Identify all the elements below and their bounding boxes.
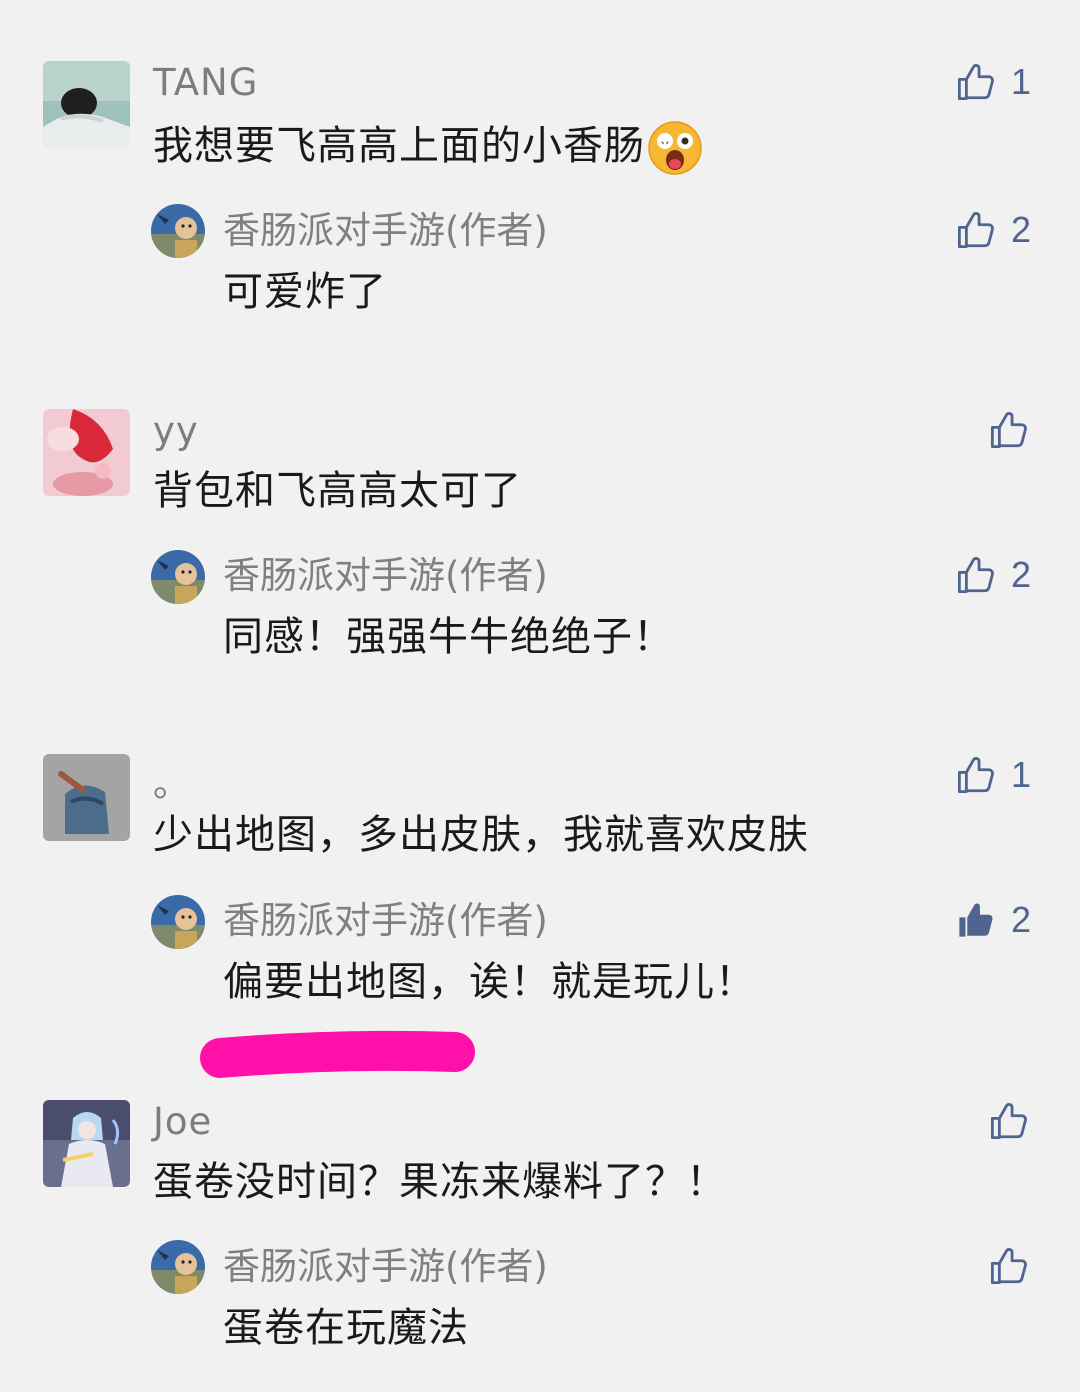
comment-text: 少出地图，多出皮肤，我就喜欢皮肤	[153, 812, 809, 858]
reply-like-button[interactable]: 2	[955, 554, 1031, 596]
reply-text: 同感！强强牛牛绝绝子！	[223, 614, 674, 660]
thumb-up-icon	[955, 61, 997, 103]
like-count: 2	[1011, 554, 1032, 595]
thumb-up-icon	[955, 209, 997, 251]
thumb-up-icon	[955, 754, 997, 796]
user-avatar-joe[interactable]	[43, 1100, 130, 1187]
author-avatar[interactable]	[151, 1240, 205, 1294]
like-count: 1	[1011, 754, 1032, 795]
comment-username[interactable]: 。	[153, 762, 191, 806]
reply-like-button[interactable]	[988, 1245, 1044, 1287]
like-button[interactable]: 1	[955, 754, 1031, 796]
reply-text: 偏要出地图，诶！就是玩儿！	[223, 959, 756, 1005]
reply-text: 蛋卷在玩魔法	[223, 1305, 469, 1351]
reply-like-button[interactable]: 2	[955, 209, 1031, 251]
user-avatar-yy[interactable]	[43, 409, 130, 496]
thumb-up-filled-icon	[955, 899, 997, 941]
user-avatar-tang[interactable]	[43, 61, 130, 148]
like-button[interactable]	[988, 409, 1044, 451]
author-avatar[interactable]	[151, 204, 205, 258]
comment-text: 我想要飞高高上面的小香肠	[153, 120, 703, 176]
like-count: 2	[1011, 899, 1032, 940]
comment-username[interactable]: yy	[153, 409, 199, 453]
reply-author-name[interactable]: 香肠派对手游(作者)	[223, 1245, 548, 1289]
comment-username[interactable]: Joe	[153, 1100, 212, 1144]
user-avatar-circle[interactable]	[43, 754, 130, 841]
thumb-up-icon	[988, 1100, 1030, 1142]
thumb-up-icon	[955, 554, 997, 596]
reply-author-name[interactable]: 香肠派对手游(作者)	[223, 209, 548, 253]
thumb-up-icon	[988, 1245, 1030, 1287]
reply-like-button[interactable]: 2	[955, 899, 1031, 941]
reply-author-name[interactable]: 香肠派对手游(作者)	[223, 554, 548, 598]
like-count: 2	[1011, 209, 1032, 250]
comment-text: 背包和飞高高太可了	[153, 468, 522, 514]
comment-username[interactable]: TANG	[153, 61, 258, 105]
like-count: 1	[1011, 61, 1032, 102]
like-button[interactable]: 1	[955, 61, 1031, 103]
reply-text: 可爱炸了	[223, 269, 387, 315]
like-button[interactable]	[988, 1100, 1044, 1142]
author-avatar[interactable]	[151, 550, 205, 604]
author-avatar[interactable]	[151, 895, 205, 949]
astonished-face-icon	[648, 121, 702, 175]
thumb-up-icon	[988, 409, 1030, 451]
highlighter-mark	[200, 1030, 475, 1078]
comment-text: 蛋卷没时间？果冻来爆料了？！	[153, 1159, 727, 1205]
reply-author-name[interactable]: 香肠派对手游(作者)	[223, 899, 548, 943]
